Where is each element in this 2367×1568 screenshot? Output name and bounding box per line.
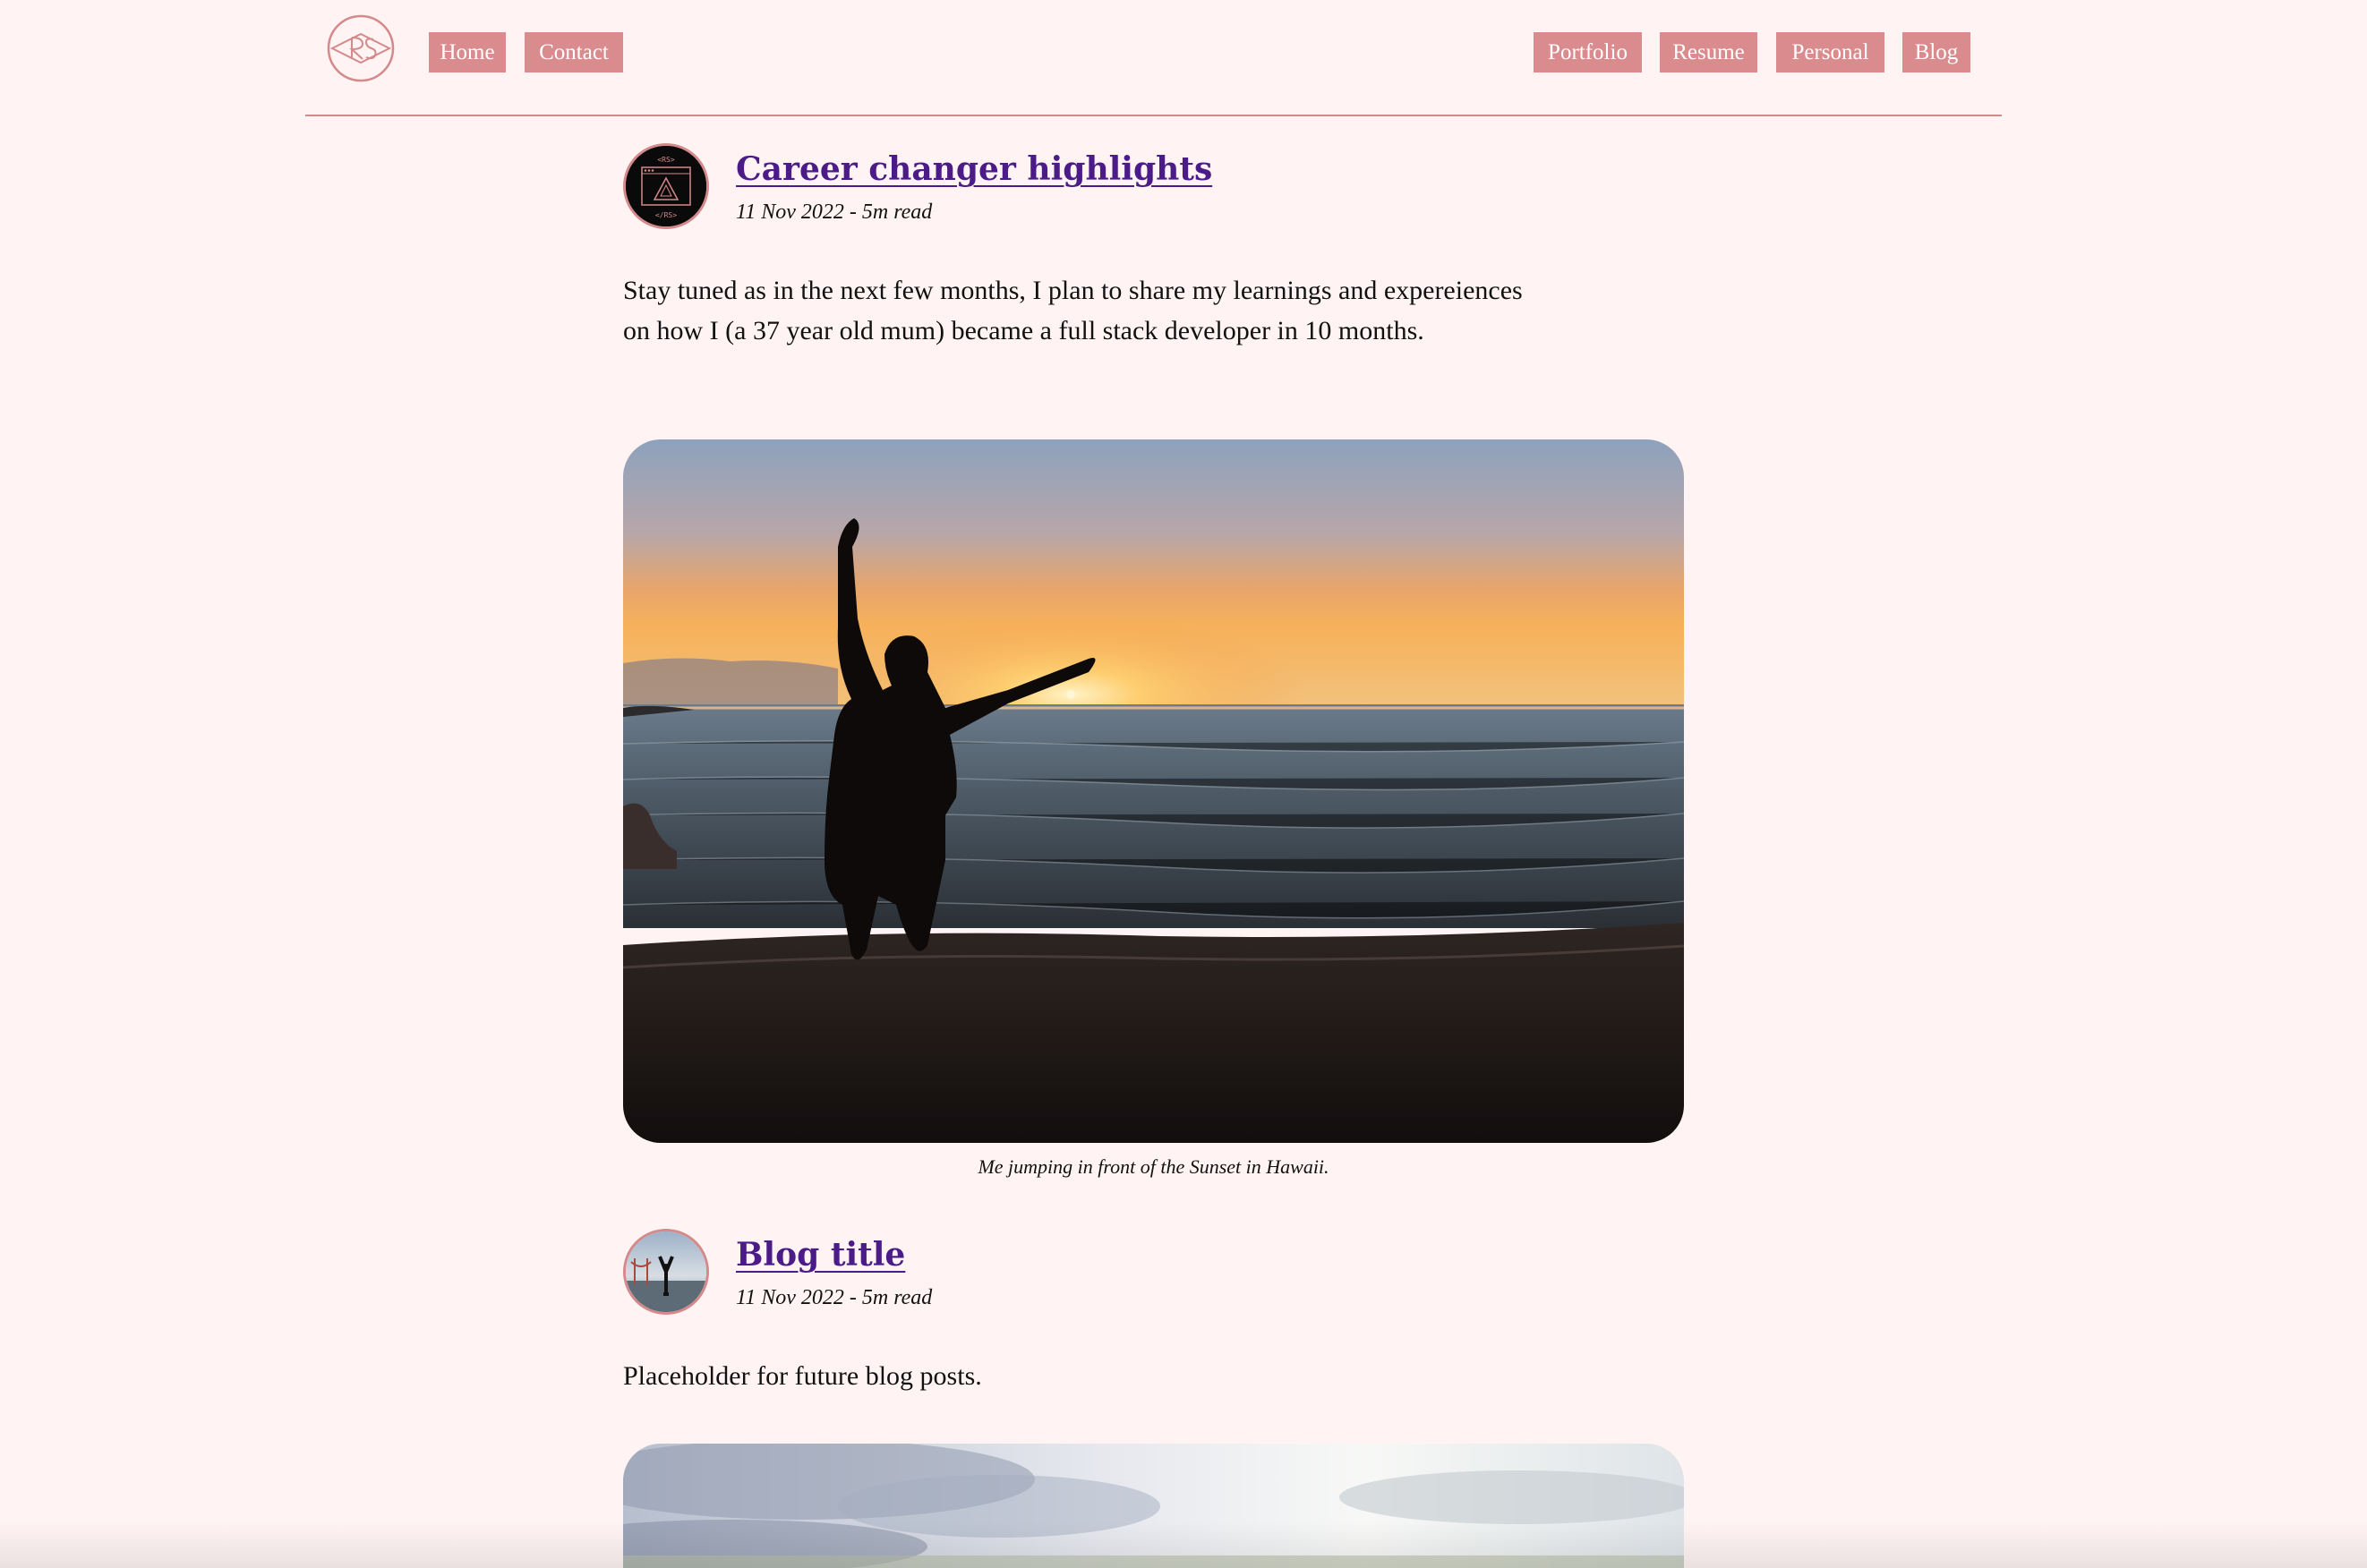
post-body: Stay tuned as in the next few months, I … xyxy=(623,276,1523,345)
post-title-link[interactable]: Blog title xyxy=(736,1236,905,1274)
nav-portfolio-link[interactable]: Portfolio xyxy=(1534,32,1642,72)
post-photo xyxy=(623,1444,1684,1568)
blog-post-card: <RS> </RS> Career changer highlights 11 … xyxy=(623,143,1684,1199)
nav-personal-link[interactable]: Personal xyxy=(1776,32,1884,72)
svg-text:</RS>: </RS> xyxy=(655,211,677,219)
post-meta: 11 Nov 2022 - 5m read xyxy=(736,200,933,224)
post-meta: 11 Nov 2022 - 5m read xyxy=(736,1286,933,1309)
sky-clouds-image xyxy=(623,1444,1684,1568)
nav-contact-link[interactable]: Contact xyxy=(525,32,623,72)
beach-photo-avatar xyxy=(626,1231,706,1312)
top-navigation: Home Contact Portfolio Resume Personal B… xyxy=(305,0,2002,116)
post-title-link[interactable]: Career changer highlights xyxy=(736,150,1212,188)
rs-monogram-logo[interactable] xyxy=(327,14,395,82)
image-caption: Me jumping in front of the Sunset in Haw… xyxy=(978,1155,1329,1178)
blog-post-card: Blog title 11 Nov 2022 - 5m read Placeho… xyxy=(623,1229,1684,1568)
nav-blog-link[interactable]: Blog xyxy=(1902,32,1970,72)
sunset-jump-image xyxy=(623,439,1684,1143)
svg-text:<RS>: <RS> xyxy=(657,156,674,164)
post-avatar xyxy=(623,1229,709,1315)
nav-home-link[interactable]: Home xyxy=(429,32,506,72)
code-window-icon: <RS> </RS> xyxy=(626,146,706,226)
post-body: Placeholder for future blog posts. xyxy=(623,1361,982,1391)
nav-resume-link[interactable]: Resume xyxy=(1660,32,1757,72)
post-avatar: <RS> </RS> xyxy=(623,143,709,229)
sunset-photo xyxy=(623,439,1684,1143)
